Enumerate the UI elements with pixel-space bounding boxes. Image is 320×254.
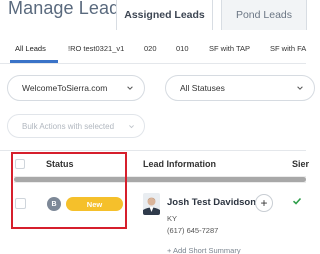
add-short-summary-link[interactable]: + Add Short Summary xyxy=(167,246,241,254)
filter-chip-sf-with-fa[interactable]: SF with FA xyxy=(270,44,306,53)
column-header-lead-information[interactable]: Lead Information xyxy=(143,159,216,169)
active-chip-underline xyxy=(10,60,58,63)
tab-assigned-leads[interactable]: Assigned Leads xyxy=(116,0,213,30)
status-column-highlight xyxy=(11,152,127,229)
check-icon xyxy=(292,197,302,205)
bulk-actions-label: Bulk Actions with selected xyxy=(22,121,115,131)
site-select-value: WelcomeToSierra.com xyxy=(22,83,108,93)
lead-name-link[interactable]: Josh Test Davidson xyxy=(167,197,256,208)
chevron-down-icon xyxy=(129,125,134,129)
lead-avatar xyxy=(143,193,160,215)
filter-chip-all-leads[interactable]: All Leads xyxy=(15,44,46,53)
chevron-down-icon xyxy=(297,86,303,90)
filter-chip-020[interactable]: 020 xyxy=(144,44,157,53)
bulk-actions-select[interactable]: Bulk Actions with selected xyxy=(7,114,145,138)
column-header-sierra[interactable]: Sier xyxy=(292,159,309,169)
page-title: Manage Leads xyxy=(8,0,129,18)
lead-state: KY xyxy=(167,214,178,223)
status-select[interactable]: All Statuses xyxy=(165,75,315,101)
filter-chip-sf-with-tap[interactable]: SF with TAP xyxy=(209,44,250,53)
lead-phone[interactable]: (617) 645-7287 xyxy=(167,226,218,235)
filter-chip-ro-test[interactable]: !RO test0321_v1 xyxy=(68,44,124,53)
add-lead-action-button[interactable]: + xyxy=(255,194,273,212)
status-select-value: All Statuses xyxy=(180,83,225,93)
site-select[interactable]: WelcomeToSierra.com xyxy=(7,75,145,101)
chevron-down-icon xyxy=(127,86,133,90)
lead-filter-bar: All Leads !RO test0321_v1 020 010 SF wit… xyxy=(0,30,306,64)
tab-pond-leads[interactable]: Pond Leads xyxy=(221,0,307,30)
filter-chip-010[interactable]: 010 xyxy=(176,44,189,53)
